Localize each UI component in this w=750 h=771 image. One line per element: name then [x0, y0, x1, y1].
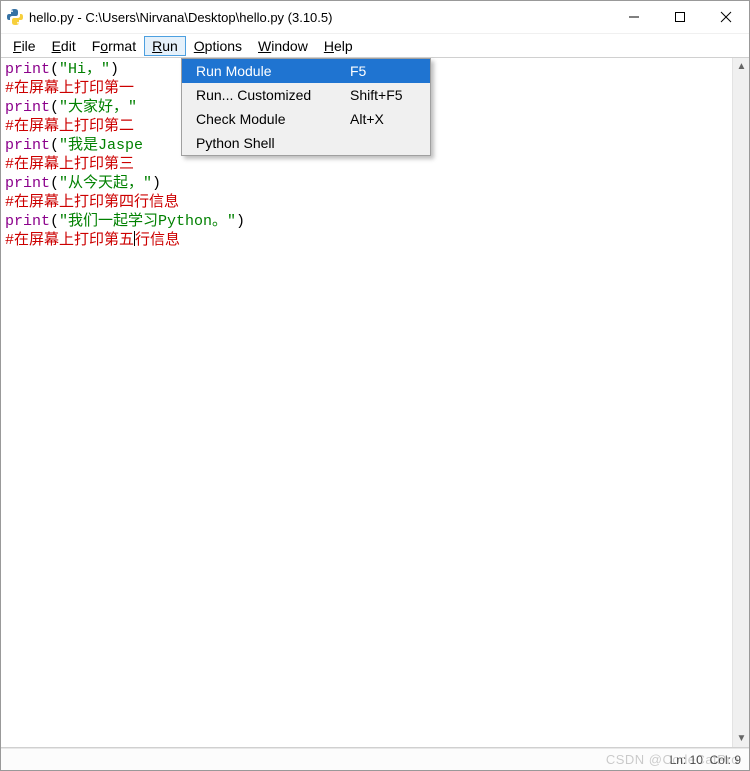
scroll-up-button[interactable]: ▲ — [733, 58, 749, 75]
code-token: print — [5, 61, 50, 78]
status-line-label: Ln: — [670, 753, 687, 767]
code-line: #在屏幕上打印第四行信息 — [5, 193, 745, 212]
run-menu-item-python-shell[interactable]: Python Shell — [182, 131, 430, 155]
code-token: "我是Jaspe — [59, 137, 143, 154]
code-token: print — [5, 175, 50, 192]
code-token: "我们一起学习Python。" — [59, 213, 236, 230]
code-token: ) — [152, 175, 161, 192]
code-token: "从今天起，" — [59, 175, 152, 192]
code-token: ( — [50, 61, 59, 78]
status-bar: Ln: 10 Col: 9 CSDN @CodeCatPro — [1, 748, 749, 770]
status-col-value: 9 — [734, 753, 741, 767]
minimize-button[interactable] — [611, 2, 657, 32]
run-menu-dropdown: Run ModuleF5Run... CustomizedShift+F5Che… — [181, 58, 431, 156]
code-token: #在屏幕上打印第四行信息 — [5, 194, 179, 211]
vertical-scrollbar[interactable]: ▲ ▼ — [732, 58, 749, 747]
menu-item-shortcut: Shift+F5 — [350, 87, 420, 103]
run-menu-item-run-module[interactable]: Run ModuleF5 — [182, 59, 430, 83]
code-token: #在屏幕上打印第二 — [5, 118, 134, 135]
menu-item-shortcut: Alt+X — [350, 111, 420, 127]
scroll-down-button[interactable]: ▼ — [733, 730, 749, 747]
code-line: #在屏幕上打印第五行信息 — [5, 231, 745, 250]
menu-options[interactable]: Options — [186, 36, 250, 56]
code-token: #在屏幕上打印第三 — [5, 156, 134, 173]
menu-item-label: Check Module — [196, 111, 350, 127]
maximize-button[interactable] — [657, 2, 703, 32]
close-button[interactable] — [703, 2, 749, 32]
menu-item-label: Run Module — [196, 63, 350, 79]
menu-file[interactable]: File — [5, 36, 44, 56]
code-token: #在屏幕上打印第五 — [5, 232, 134, 249]
menu-format[interactable]: Format — [84, 36, 144, 56]
menu-run[interactable]: Run — [144, 36, 186, 56]
run-menu-item-check-module[interactable]: Check ModuleAlt+X — [182, 107, 430, 131]
menu-item-label: Python Shell — [196, 135, 350, 151]
code-token: "大家好，" — [59, 99, 137, 116]
code-line: print("我们一起学习Python。") — [5, 212, 745, 231]
window-title: hello.py - C:\Users\Nirvana\Desktop\hell… — [29, 10, 332, 25]
code-token: ( — [50, 99, 59, 116]
menu-item-label: Run... Customized — [196, 87, 350, 103]
code-token: ) — [110, 61, 119, 78]
code-token: ( — [50, 137, 59, 154]
title-bar: hello.py - C:\Users\Nirvana\Desktop\hell… — [1, 1, 749, 33]
code-line: #在屏幕上打印第三 — [5, 155, 745, 174]
code-token: 行信息 — [135, 232, 180, 249]
code-token: print — [5, 137, 50, 154]
code-token: ) — [236, 213, 245, 230]
editor-area: print("Hi，")#在屏幕上打印第一print("大家好，"#在屏幕上打印… — [1, 57, 749, 748]
app-window: hello.py - C:\Users\Nirvana\Desktop\hell… — [0, 0, 750, 771]
code-line: print("从今天起，") — [5, 174, 745, 193]
code-token: ( — [50, 175, 59, 192]
code-token: ( — [50, 213, 59, 230]
code-token: print — [5, 99, 50, 116]
menu-edit[interactable]: Edit — [44, 36, 84, 56]
code-token: "Hi，" — [59, 61, 110, 78]
code-token: print — [5, 213, 50, 230]
app-icon — [7, 9, 23, 25]
menu-window[interactable]: Window — [250, 36, 316, 56]
run-menu-item-run-customized[interactable]: Run... CustomizedShift+F5 — [182, 83, 430, 107]
status-col-label: Col: — [710, 753, 731, 767]
menu-bar: FileEditFormatRunOptionsWindowHelp — [1, 33, 749, 57]
menu-item-shortcut: F5 — [350, 63, 420, 79]
menu-help[interactable]: Help — [316, 36, 361, 56]
code-token: #在屏幕上打印第一 — [5, 80, 134, 97]
status-line-value: 10 — [690, 753, 703, 767]
